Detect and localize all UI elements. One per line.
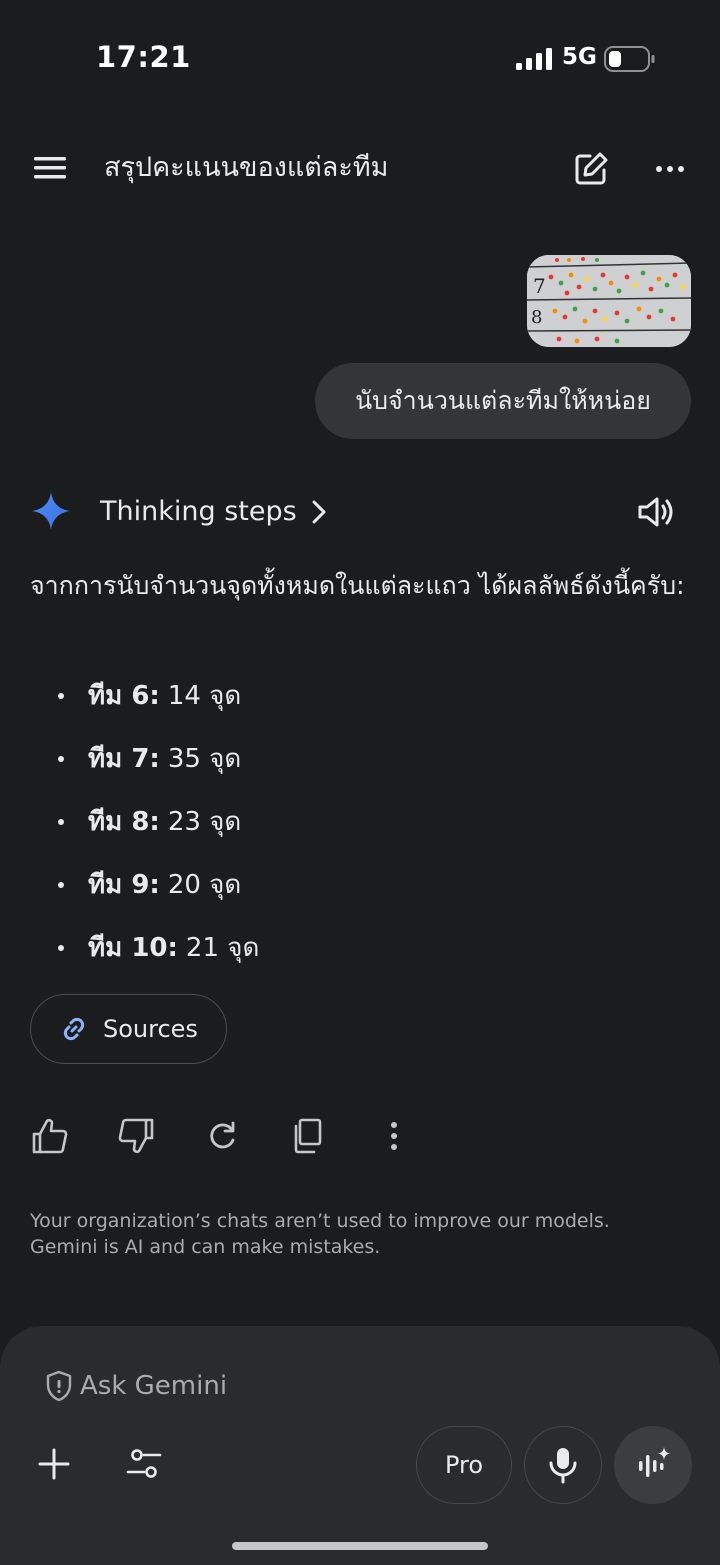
team-value: 14 จุด bbox=[167, 681, 242, 711]
response-intro: จากการนับจำนวนจุดทั้งหมดในแต่ละแถว ได้ผล… bbox=[30, 571, 685, 600]
more-vert-icon[interactable] bbox=[374, 1114, 414, 1158]
shield-icon bbox=[46, 1370, 72, 1402]
bullet-dot bbox=[58, 755, 64, 762]
more-icon[interactable] bbox=[648, 148, 692, 190]
ask-gemini-input[interactable] bbox=[80, 1366, 380, 1406]
gemini-spark-icon bbox=[32, 492, 70, 530]
page-title: สรุปคะแนนของแต่ละทีม bbox=[104, 152, 389, 183]
list-item: ทีม 6: 14 จุด bbox=[58, 664, 658, 727]
copy-icon[interactable] bbox=[288, 1114, 328, 1158]
menu-icon[interactable] bbox=[30, 150, 70, 186]
disclaimer-line-2: Gemini is AI and can make mistakes. bbox=[30, 1236, 381, 1258]
signal-icon bbox=[516, 48, 552, 70]
team-label: ทีม 9: bbox=[88, 870, 160, 900]
response-actions bbox=[30, 1114, 430, 1158]
bullet-dot bbox=[58, 881, 64, 888]
thumbs-up-icon[interactable] bbox=[30, 1114, 70, 1158]
mic-icon bbox=[549, 1448, 577, 1484]
network-label: 5G bbox=[562, 44, 597, 70]
edit-icon[interactable] bbox=[570, 148, 612, 190]
thinking-steps-label: Thinking steps bbox=[100, 496, 297, 527]
pro-model-button[interactable]: Pro bbox=[416, 1426, 512, 1504]
thinking-steps-toggle[interactable]: Thinking steps bbox=[100, 494, 327, 530]
team-label: ทีม 6: bbox=[88, 681, 160, 711]
team-count-list: ทีม 6: 14 จุด ทีม 7: 35 จุด ทีม 8: 23 จุด ท… bbox=[58, 664, 658, 979]
team-label: ทีม 8: bbox=[88, 807, 160, 837]
bullet-dot bbox=[58, 944, 64, 951]
team-label: ทีม 10: bbox=[88, 933, 178, 963]
speaker-icon[interactable] bbox=[634, 491, 678, 533]
team-label: ทีม 7: bbox=[88, 744, 160, 774]
team-value: 20 จุด bbox=[167, 870, 242, 900]
tools-icon[interactable] bbox=[124, 1444, 164, 1484]
list-item: ทีม 10: 21 จุด bbox=[58, 916, 658, 979]
list-item: ทีม 7: 35 จุด bbox=[58, 727, 658, 790]
team-value: 35 จุด bbox=[167, 744, 242, 774]
status-time: 17:21 bbox=[96, 40, 191, 74]
team-value: 21 จุด bbox=[185, 933, 260, 963]
bullet-dot bbox=[58, 692, 64, 699]
team-value: 23 จุด bbox=[167, 807, 242, 837]
composer-panel bbox=[0, 1326, 720, 1565]
live-icon bbox=[639, 1447, 670, 1477]
chevron-right-icon bbox=[312, 500, 326, 524]
disclaimer-line-1: Your organization’s chats aren’t used to… bbox=[30, 1210, 610, 1232]
mic-button[interactable] bbox=[524, 1426, 602, 1504]
home-indicator bbox=[232, 1542, 488, 1550]
list-item: ทีม 9: 20 จุด bbox=[58, 853, 658, 916]
sources-button[interactable]: Sources bbox=[30, 994, 227, 1064]
list-item: ทีม 8: 23 จุด bbox=[58, 790, 658, 853]
plus-icon[interactable] bbox=[34, 1444, 74, 1484]
sources-label: Sources bbox=[103, 1015, 198, 1043]
svg-text:8: 8 bbox=[531, 307, 542, 328]
live-button[interactable] bbox=[614, 1426, 692, 1504]
user-message-bubble: นับจำนวนแต่ละทีมให้หน่อย bbox=[315, 363, 691, 439]
link-icon bbox=[63, 1017, 85, 1041]
disclaimer: Your organization’s chats aren’t used to… bbox=[30, 1208, 690, 1260]
attached-image[interactable]: 7 8 bbox=[527, 255, 691, 347]
thumbs-down-icon[interactable] bbox=[116, 1114, 156, 1158]
regenerate-icon[interactable] bbox=[202, 1114, 242, 1158]
bullet-dot bbox=[58, 818, 64, 825]
battery-icon bbox=[604, 46, 655, 72]
svg-text:7: 7 bbox=[533, 274, 546, 298]
